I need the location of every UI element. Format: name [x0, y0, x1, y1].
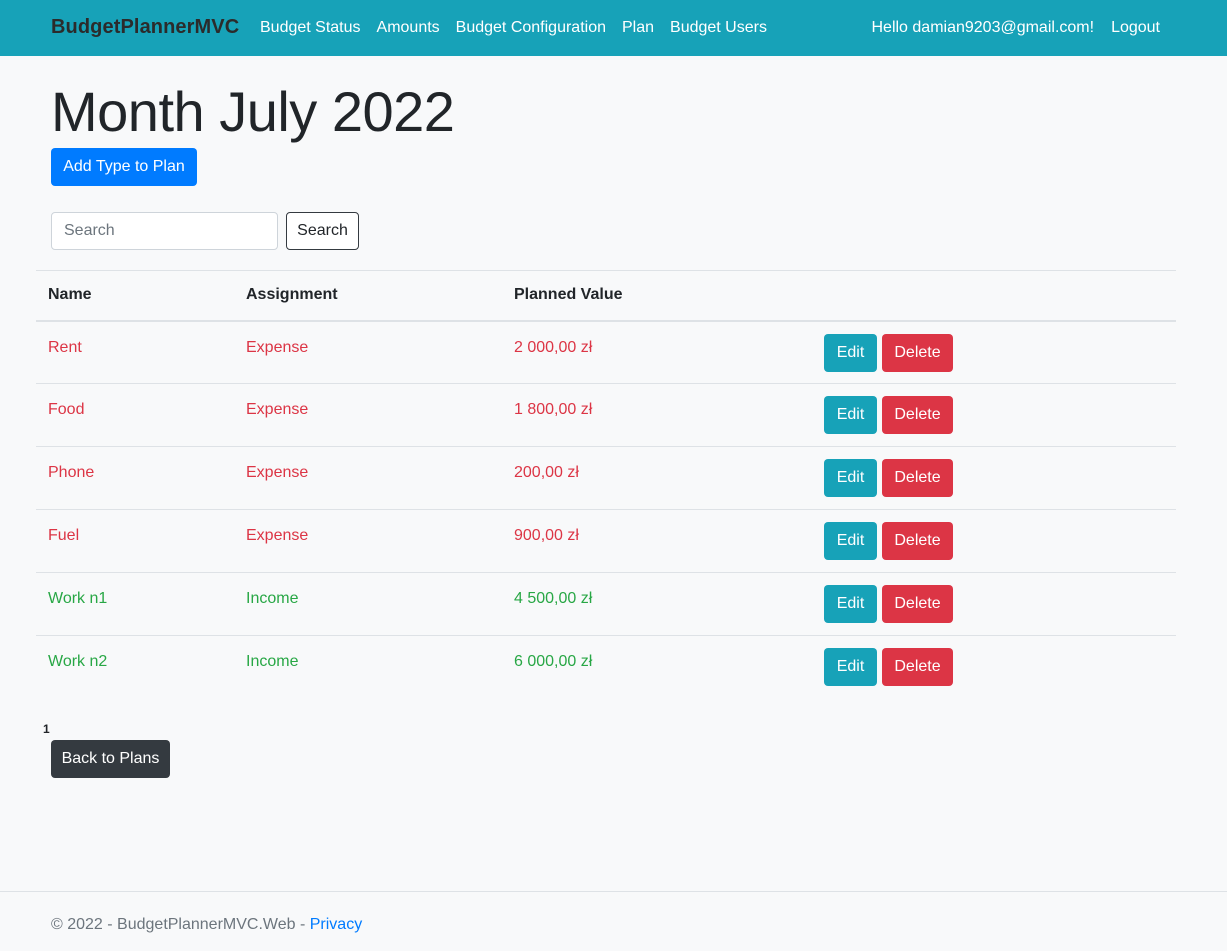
nav-link-budget-configuration[interactable]: Budget Configuration — [448, 19, 614, 37]
header-planned-value: Planned Value — [502, 270, 812, 322]
nav-link-budget-status[interactable]: Budget Status — [252, 19, 369, 37]
edit-button[interactable]: Edit — [824, 333, 877, 372]
cell-planned-value: 6 000,00 zł — [514, 653, 593, 670]
table-row: Food Expense 1 800,00 zł Edit Delete — [36, 383, 1176, 447]
edit-button[interactable]: Edit — [824, 396, 877, 434]
search-input[interactable] — [51, 212, 278, 250]
table-header-row: Name Assignment Planned Value — [36, 270, 1176, 322]
brand-link[interactable]: BudgetPlannerMVC — [51, 16, 239, 39]
cell-assignment: Income — [246, 653, 299, 670]
user-greeting-link[interactable]: Hello damian9203@gmail.com! — [863, 19, 1102, 37]
cell-name: Work n1 — [36, 572, 234, 636]
cell-assignment: Expense — [234, 383, 502, 447]
header-actions — [812, 270, 1176, 322]
pagination-page-1[interactable]: 1 — [43, 722, 50, 736]
table-row: Phone Expense 200,00 zł Edit Delete — [36, 446, 1176, 510]
nav-links: Budget Status Amounts Budget Configurati… — [252, 0, 775, 56]
footer: © 2022 - BudgetPlannerMVC.Web - Privacy — [0, 891, 1227, 951]
cell-actions: Edit Delete — [812, 383, 1176, 447]
header-name: Name — [36, 270, 234, 322]
nav-link-amounts[interactable]: Amounts — [369, 19, 448, 37]
delete-button[interactable]: Delete — [882, 333, 953, 372]
table-row: Fuel Expense 900,00 zł Edit Delete — [36, 509, 1176, 573]
cell-assignment: Income — [234, 572, 502, 636]
nav-link-plan[interactable]: Plan — [614, 19, 662, 37]
cell-name: Food — [36, 383, 234, 447]
back-to-plans-button[interactable]: Back to Plans — [51, 740, 170, 778]
edit-button[interactable]: Edit — [824, 648, 877, 686]
cell-assignment: Expense — [234, 509, 502, 573]
add-type-to-plan-button[interactable]: Add Type to Plan — [51, 148, 197, 186]
cell-name: Work n2 — [48, 653, 108, 670]
cell-planned-value: 900,00 zł — [502, 509, 812, 573]
footer-copyright: © 2022 - BudgetPlannerMVC.Web - — [51, 916, 310, 933]
table-row: Work n1 Income 4 500,00 zł Edit Delete — [36, 572, 1176, 636]
cell-actions: Edit Delete — [812, 509, 1176, 573]
edit-button[interactable]: Edit — [824, 522, 877, 560]
cell-name: Rent — [36, 320, 234, 384]
plan-table: Name Assignment Planned Value Rent Expen… — [36, 270, 1176, 699]
nav-user-area: Hello damian9203@gmail.com! Logout — [863, 0, 1160, 56]
privacy-link[interactable]: Privacy — [310, 916, 362, 933]
logout-link[interactable]: Logout — [1102, 19, 1160, 37]
delete-button[interactable]: Delete — [882, 396, 953, 434]
navbar: BudgetPlannerMVC Budget Status Amounts B… — [0, 0, 1227, 56]
cell-actions: Edit Delete — [812, 446, 1176, 510]
delete-button[interactable]: Delete — [882, 648, 953, 686]
cell-actions: Edit Delete — [812, 572, 1176, 636]
footer-text: © 2022 - BudgetPlannerMVC.Web - Privacy — [51, 916, 362, 934]
cell-actions: Edit Delete — [812, 636, 1176, 699]
search-button[interactable]: Search — [286, 212, 359, 250]
cell-planned-value: 2 000,00 zł — [502, 320, 812, 384]
table-row: Work n2 Income 6 000,00 zł Edit Delete — [36, 636, 1176, 699]
table-row: Rent Expense 2 000,00 zł Edit Delete — [36, 320, 1176, 384]
page-title: Month July 2022 — [51, 80, 455, 143]
cell-name: Phone — [36, 446, 234, 510]
cell-assignment: Expense — [234, 446, 502, 510]
cell-planned-value: 1 800,00 zł — [502, 383, 812, 447]
edit-button[interactable]: Edit — [824, 459, 877, 497]
cell-planned-value: 4 500,00 zł — [502, 572, 812, 636]
cell-name: Fuel — [36, 509, 234, 573]
delete-button[interactable]: Delete — [882, 585, 953, 623]
delete-button[interactable]: Delete — [882, 459, 953, 497]
cell-actions: Edit Delete — [812, 320, 1176, 384]
delete-button[interactable]: Delete — [882, 522, 953, 560]
nav-link-budget-users[interactable]: Budget Users — [662, 19, 775, 37]
cell-assignment: Expense — [234, 320, 502, 384]
cell-planned-value: 200,00 zł — [502, 446, 812, 510]
edit-button[interactable]: Edit — [824, 585, 877, 623]
header-assignment: Assignment — [234, 270, 502, 322]
